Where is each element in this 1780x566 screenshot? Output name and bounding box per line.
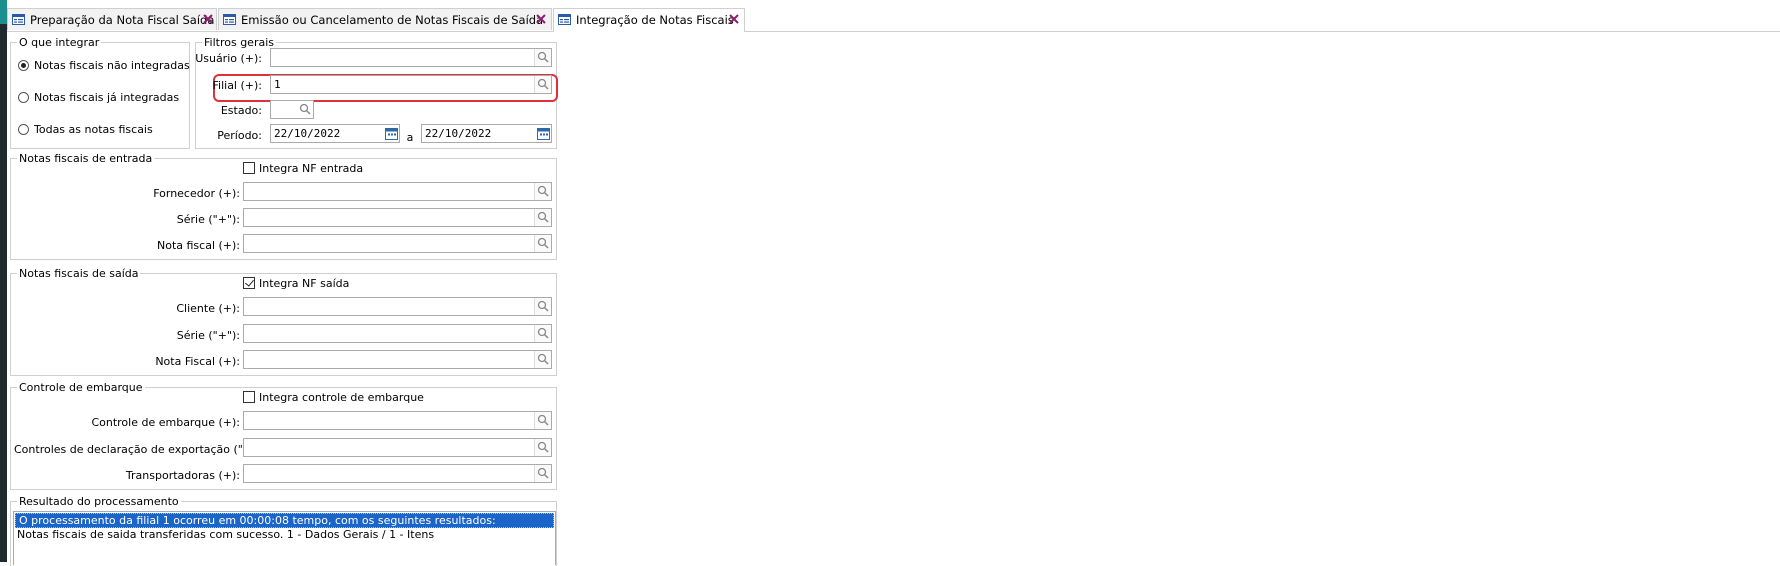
checkbox-label: Integra controle de embarque	[259, 391, 424, 404]
periodo-label: Período:	[217, 129, 262, 142]
search-icon	[537, 467, 549, 479]
lookup-button[interactable]	[534, 76, 551, 93]
periodo-separator: a	[406, 131, 414, 144]
search-icon	[537, 211, 549, 223]
radio-label: Notas fiscais não integradas	[34, 59, 190, 72]
estado-label: Estado:	[220, 104, 262, 117]
search-icon	[537, 237, 549, 249]
calendar-icon[interactable]	[385, 127, 398, 140]
nota-fiscal-saida-input[interactable]	[243, 350, 552, 369]
calendar-icon[interactable]	[537, 127, 550, 140]
search-icon	[537, 327, 549, 339]
usuario-input[interactable]	[270, 48, 552, 67]
radio-label: Notas fiscais já integradas	[34, 91, 180, 104]
fornecedor-label: Fornecedor (+):	[153, 187, 240, 200]
lookup-button[interactable]	[534, 439, 551, 456]
serie-saida-label: Série ("+"):	[176, 329, 240, 342]
filial-value: 1	[274, 78, 281, 91]
tab-label: Preparação da Nota Fiscal Saída	[30, 13, 215, 27]
filial-input[interactable]: 1	[270, 75, 552, 94]
form-window-icon	[12, 14, 25, 25]
transportadoras-label: Transportadoras (+):	[125, 469, 240, 482]
lookup-button[interactable]	[534, 183, 551, 200]
lookup-button[interactable]	[534, 465, 551, 482]
search-icon	[537, 414, 549, 426]
lookup-button[interactable]	[534, 325, 551, 342]
search-icon	[299, 103, 311, 115]
usuario-label: Usuário (+):	[195, 52, 262, 65]
tab-preparacao-nota-fiscal-saida[interactable]: Preparação da Nota Fiscal Saída	[7, 8, 217, 30]
form-window-icon	[223, 14, 236, 25]
tab-label: Integração de Notas Fiscais	[576, 13, 734, 27]
declaracao-exportacao-label: Controles de declaração de exportação ("…	[14, 443, 266, 456]
nota-fiscal-saida-label: Nota Fiscal (+):	[155, 355, 240, 368]
fornecedor-input[interactable]	[243, 182, 552, 201]
nota-fiscal-entrada-input[interactable]	[243, 234, 552, 253]
lookup-button[interactable]	[534, 235, 551, 252]
left-edge-strip	[0, 0, 7, 562]
periodo-fim-value: 22/10/2022	[425, 127, 492, 140]
group-legend: Notas fiscais de entrada	[19, 152, 153, 165]
group-legend: O que integrar	[19, 36, 100, 49]
radio-label: Todas as notas fiscais	[34, 123, 153, 136]
search-icon	[537, 441, 549, 453]
resultado-list[interactable]: O processamento da filial 1 ocorreu em 0…	[13, 511, 556, 565]
serie-entrada-input[interactable]	[243, 208, 552, 227]
integra-nf-entrada-checkbox[interactable]	[243, 162, 255, 174]
radio-button[interactable]	[18, 60, 29, 71]
tab-label: Emissão ou Cancelamento de Notas Fiscais…	[241, 13, 544, 27]
tab-integracao-notas-fiscais[interactable]: Integração de Notas Fiscais	[553, 8, 745, 32]
group-legend: Filtros gerais	[204, 36, 274, 49]
radio-button[interactable]	[18, 92, 29, 103]
cliente-label: Cliente (+):	[176, 302, 240, 315]
periodo-fim-input[interactable]: 22/10/2022	[421, 124, 552, 143]
lookup-button[interactable]	[534, 351, 551, 368]
search-icon	[537, 51, 549, 63]
controle-embarque-label: Controle de embarque (+):	[91, 416, 240, 429]
form-window-icon	[558, 14, 571, 25]
close-icon[interactable]	[728, 13, 740, 25]
integra-controle-embarque-checkbox[interactable]	[243, 391, 255, 403]
close-icon[interactable]	[202, 13, 214, 25]
search-icon	[537, 300, 549, 312]
group-legend: Notas fiscais de saída	[19, 267, 139, 280]
periodo-inicio-input[interactable]: 22/10/2022	[270, 124, 400, 143]
serie-entrada-label: Série ("+"):	[176, 213, 240, 226]
estado-input[interactable]	[270, 100, 314, 119]
list-item[interactable]: Notas fiscais de saida transferidas com …	[14, 528, 555, 541]
lookup-button[interactable]	[534, 209, 551, 226]
tab-bar: Preparação da Nota Fiscal Saída Emissão …	[7, 8, 1780, 32]
lookup-button[interactable]	[534, 49, 551, 66]
left-edge-accent	[0, 0, 7, 24]
search-icon	[537, 78, 549, 90]
search-icon	[537, 185, 549, 197]
lookup-button[interactable]	[297, 101, 313, 118]
search-icon	[537, 353, 549, 365]
list-item[interactable]: O processamento da filial 1 ocorreu em 0…	[15, 513, 554, 528]
cliente-input[interactable]	[243, 297, 552, 316]
declaracao-exportacao-input[interactable]	[243, 438, 552, 457]
periodo-inicio-value: 22/10/2022	[274, 127, 341, 140]
filial-label: Filial (+):	[212, 79, 263, 92]
checkbox-label: Integra NF saída	[259, 277, 350, 290]
lookup-button[interactable]	[534, 298, 551, 315]
group-legend: Controle de embarque	[19, 381, 143, 394]
tab-emissao-cancelamento-nf-saida[interactable]: Emissão ou Cancelamento de Notas Fiscais…	[218, 8, 552, 30]
group-legend: Resultado do processamento	[19, 495, 179, 508]
lookup-button[interactable]	[534, 412, 551, 429]
close-icon[interactable]	[535, 13, 547, 25]
integra-nf-saida-checkbox[interactable]	[243, 277, 255, 289]
checkbox-label: Integra NF entrada	[259, 162, 364, 175]
serie-saida-input[interactable]	[243, 324, 552, 343]
transportadoras-input[interactable]	[243, 464, 552, 483]
controle-embarque-input[interactable]	[243, 411, 552, 430]
nota-fiscal-entrada-label: Nota fiscal (+):	[156, 239, 240, 252]
radio-button[interactable]	[18, 124, 29, 135]
